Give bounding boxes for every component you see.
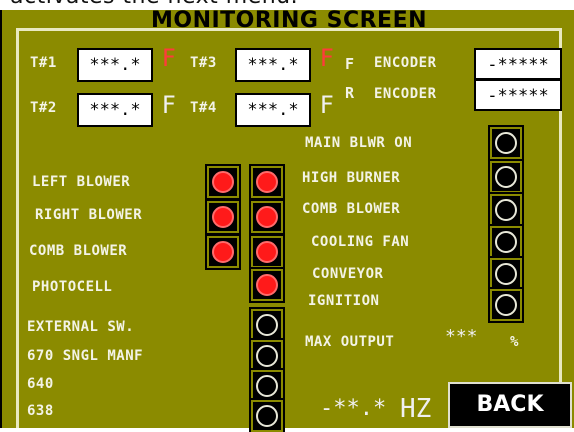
indicator-638: [249, 398, 285, 432]
left-comb-blower-label: COMB BLOWER: [29, 243, 128, 259]
ignition-indicator: [488, 287, 524, 323]
max-output-unit: %: [510, 334, 519, 350]
temp-1-unit: F: [162, 44, 176, 72]
temp-4-field[interactable]: ***.*: [235, 93, 311, 127]
rear-encoder-field[interactable]: -*****: [474, 79, 562, 111]
left-blower-label: LEFT BLOWER: [32, 174, 131, 190]
external-sw-indicator: [249, 307, 285, 343]
right-blower-indicator-a: [205, 199, 241, 235]
temp-3-label: T#3: [190, 55, 217, 71]
temp-4-label: T#4: [190, 100, 217, 116]
comb-blower-indicator-b: [249, 234, 285, 270]
comb-blower-indicator-right: [488, 192, 524, 228]
high-burner-label: HIGH BURNER: [302, 170, 401, 186]
rear-encoder-prefix: R: [345, 84, 355, 102]
right-blower-label: RIGHT BLOWER: [35, 207, 143, 223]
temp-3-unit: F: [320, 44, 334, 72]
ignition-label: IGNITION: [308, 293, 380, 309]
cooling-fan-indicator: [488, 224, 524, 260]
sngl-manf-label: 670 SNGL MANF: [27, 348, 144, 364]
temp-4-unit: F: [320, 91, 334, 119]
right-blower-indicator-b: [249, 199, 285, 235]
temp-2-field[interactable]: ***.*: [77, 93, 153, 127]
front-encoder-label: ENCODER: [374, 55, 437, 71]
rear-encoder-label: ENCODER: [374, 86, 437, 102]
comb-blower-indicator-a: [205, 234, 241, 270]
sngl-manf-indicator: [249, 338, 285, 374]
left-blower-indicator-a: [205, 164, 241, 200]
conveyor-indicator: [488, 256, 524, 292]
label-638: 638: [27, 403, 54, 419]
photocell-indicator: [249, 267, 285, 303]
conveyor-label: CONVEYOR: [312, 266, 384, 282]
cooling-fan-label: COOLING FAN: [311, 234, 410, 250]
back-button[interactable]: BACK: [448, 382, 572, 428]
monitoring-panel: MONITORING SCREEN T#1 ***.* F T#3 ***.* …: [0, 8, 574, 432]
temp-2-unit: F: [162, 91, 176, 119]
high-burner-indicator: [488, 159, 524, 195]
front-encoder-field[interactable]: -*****: [474, 48, 562, 80]
temp-1-label: T#1: [30, 55, 57, 71]
frequency-value: -**.*: [320, 396, 387, 421]
temp-3-field[interactable]: ***.*: [235, 48, 311, 82]
temp-1-field[interactable]: ***.*: [77, 48, 153, 82]
front-encoder-prefix: F: [345, 55, 355, 73]
external-sw-label: EXTERNAL SW.: [27, 319, 135, 335]
main-blwr-on-label: MAIN BLWR ON: [305, 135, 413, 151]
main-blwr-on-indicator: [488, 125, 524, 161]
max-output-value: ***: [445, 326, 478, 347]
max-output-label: MAX OUTPUT: [305, 334, 395, 350]
frequency-unit: HZ: [400, 394, 432, 424]
right-comb-blower-label: COMB BLOWER: [302, 201, 401, 217]
label-640: 640: [27, 376, 54, 392]
temp-2-label: T#2: [30, 100, 57, 116]
photocell-label: PHOTOCELL: [32, 279, 113, 295]
indicator-640: [249, 368, 285, 404]
left-blower-indicator-b: [249, 164, 285, 200]
